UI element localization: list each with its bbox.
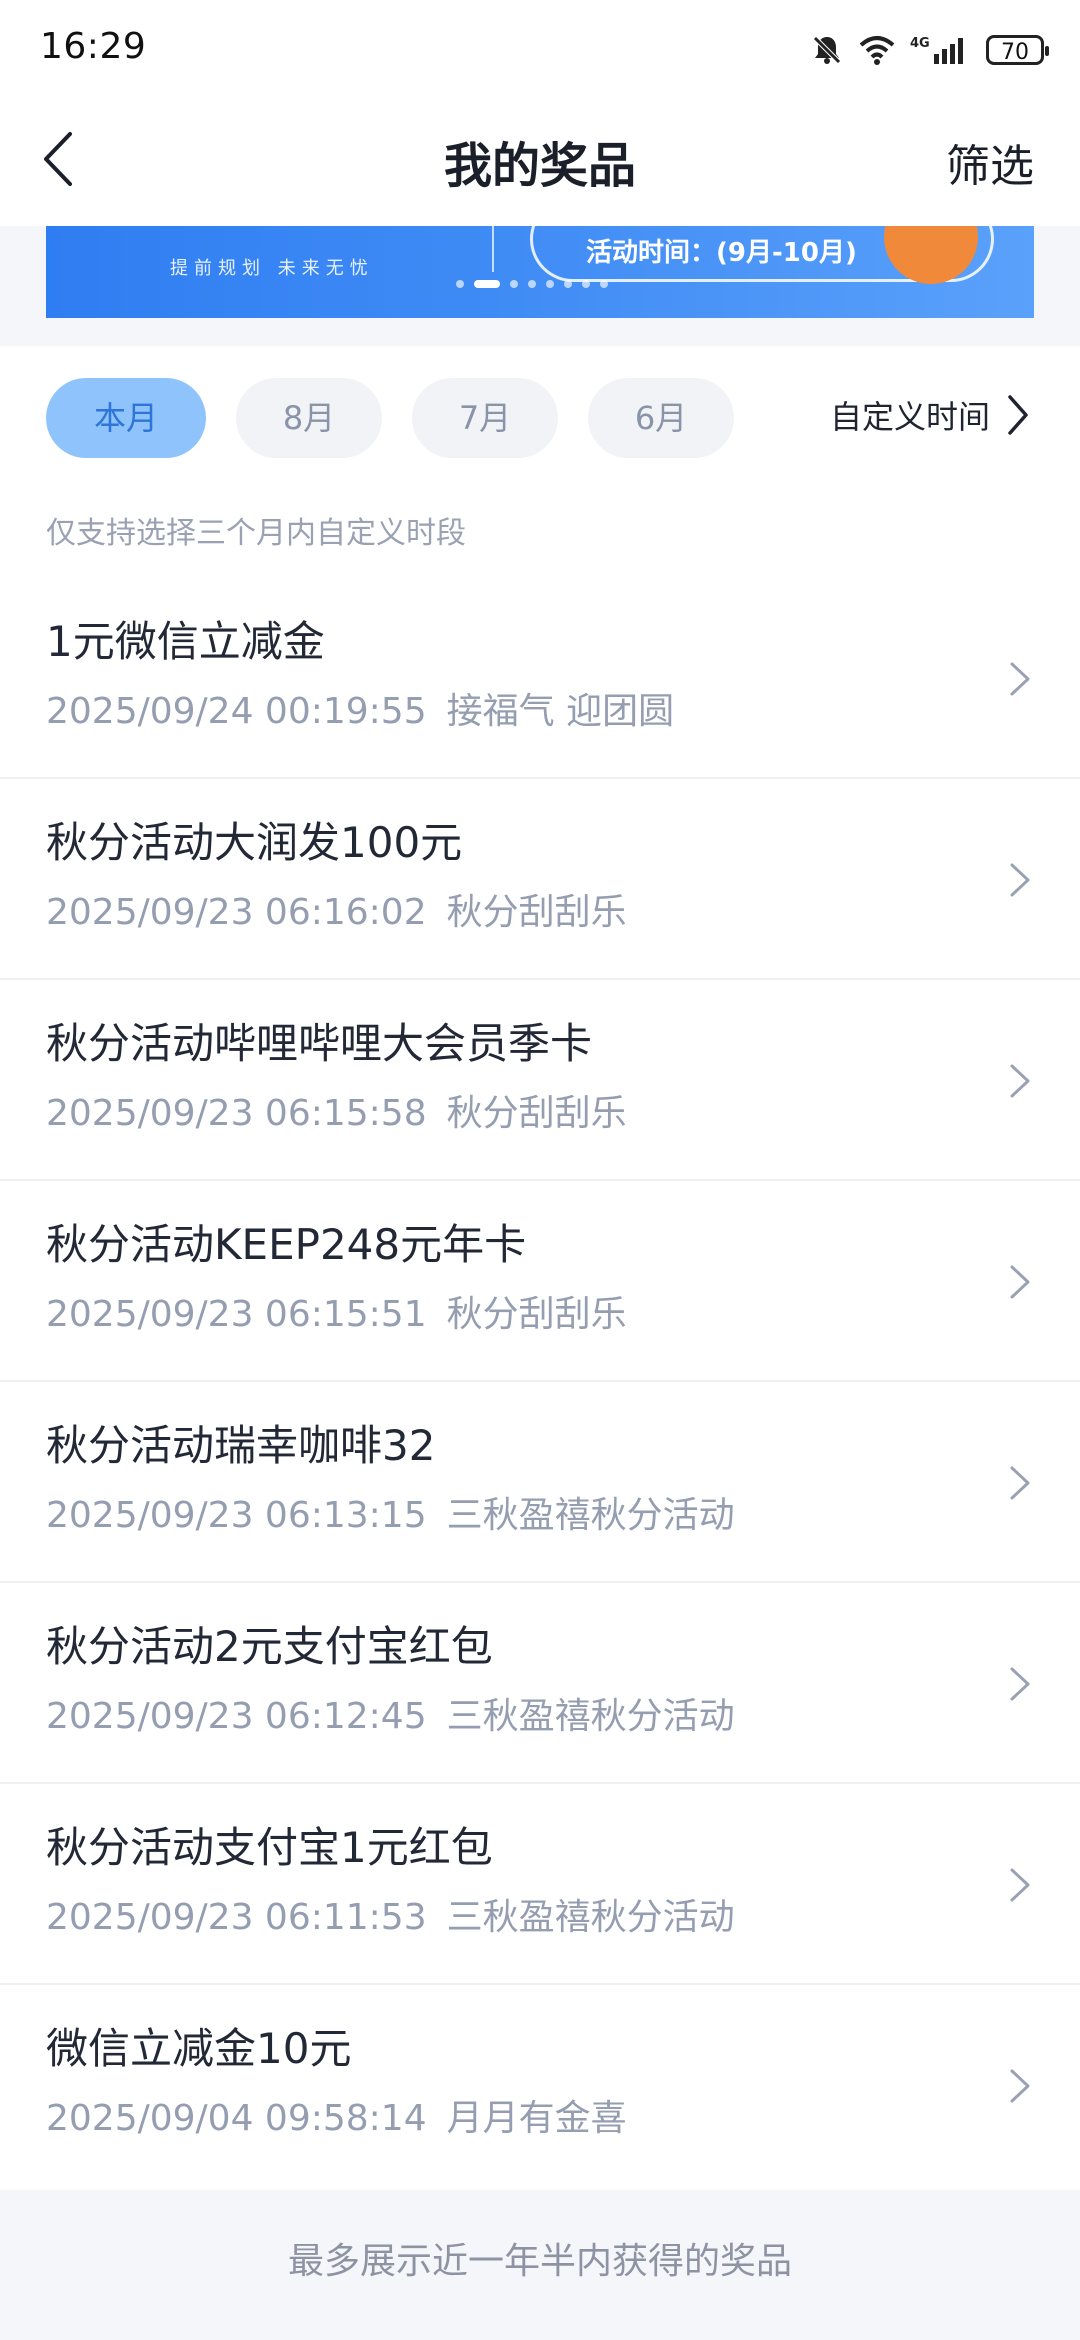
banner-dot-active <box>474 280 500 288</box>
banner-slogan: 提前规划 未来无忧 <box>170 258 374 279</box>
prize-meta: 2025/09/04 09:58:14 月月有金喜 <box>46 2089 627 2141</box>
prize-source: 秋分刮刮乐 <box>446 1093 627 1134</box>
prize-content: 本月 8月 7月 6月 自定义时间 仅支持选择三个月内自定义时段 1元微信立减金… <box>0 346 1080 2190</box>
chevron-right-icon <box>1008 395 1028 435</box>
chevron-right-icon <box>1010 662 1030 696</box>
svg-text:4G: 4G <box>910 36 930 51</box>
prize-name: 秋分活动2元支付宝红包 <box>46 1622 493 1671</box>
prize-time: 2025/09/23 06:15:58 <box>46 1093 427 1134</box>
chevron-right-icon <box>1010 1667 1030 1701</box>
status-time: 16:29 <box>40 26 147 67</box>
list-item[interactable]: 秋分活动瑞幸咖啡32 2025/09/23 06:13:15 三秋盈禧秋分活动 <box>0 1382 1080 1583</box>
prize-source: 三秋盈禧秋分活动 <box>446 1897 735 1938</box>
prize-meta: 2025/09/23 06:13:15 三秋盈禧秋分活动 <box>46 1486 735 1538</box>
prize-source: 接福气 迎团圆 <box>446 691 675 732</box>
banner-activity-time: 活动时间：(9月-10月) <box>586 238 857 268</box>
status-icons: 4G 70 <box>810 30 1049 70</box>
list-item[interactable]: 秋分活动哔哩哔哩大会员季卡 2025/09/23 06:15:58 秋分刮刮乐 <box>0 980 1080 1181</box>
filter-button[interactable]: 筛选 <box>946 130 1034 194</box>
hint-text: 仅支持选择三个月内自定义时段 <box>46 516 466 551</box>
chevron-right-icon <box>1010 1466 1030 1500</box>
tab-july[interactable]: 7月 <box>412 378 558 458</box>
banner-divider <box>492 226 494 272</box>
banner-dot <box>600 280 608 288</box>
prize-time: 2025/09/24 00:19:55 <box>46 691 427 732</box>
footer-area: 最多展示近一年半内获得的奖品 <box>0 2190 1080 2340</box>
list-item[interactable]: 秋分活动KEEP248元年卡 2025/09/23 06:15:51 秋分刮刮乐 <box>0 1181 1080 1382</box>
prize-meta: 2025/09/23 06:11:53 三秋盈禧秋分活动 <box>46 1888 735 1940</box>
prize-time: 2025/09/23 06:16:02 <box>46 892 427 933</box>
custom-time-label: 自定义时间 <box>829 398 990 436</box>
banner-dot <box>546 280 554 288</box>
list-item[interactable]: 秋分活动支付宝1元红包 2025/09/23 06:11:53 三秋盈禧秋分活动 <box>0 1784 1080 1985</box>
tab-this-month[interactable]: 本月 <box>46 378 206 458</box>
wifi-icon <box>858 34 896 66</box>
prize-name: 秋分活动哔哩哔哩大会员季卡 <box>46 1019 593 1068</box>
prize-source: 月月有金喜 <box>446 2098 627 2139</box>
prize-meta: 2025/09/23 06:15:51 秋分刮刮乐 <box>46 1285 627 1337</box>
promo-banner[interactable]: 提前规划 未来无忧 活动时间：(9月-10月) <box>46 226 1034 318</box>
prize-meta: 2025/09/23 06:16:02 秋分刮刮乐 <box>46 883 627 935</box>
banner-dot <box>582 280 590 288</box>
status-bar: 16:29 4G 70 <box>0 0 1080 96</box>
list-item[interactable]: 秋分活动2元支付宝红包 2025/09/23 06:12:45 三秋盈禧秋分活动 <box>0 1583 1080 1784</box>
prize-name: 秋分活动大润发100元 <box>46 818 463 867</box>
prize-name: 秋分活动KEEP248元年卡 <box>46 1220 527 1269</box>
prize-time: 2025/09/23 06:11:53 <box>46 1897 427 1938</box>
list-item[interactable]: 1元微信立减金 2025/09/24 00:19:55 接福气 迎团圆 <box>0 578 1080 779</box>
banner-dot <box>528 280 536 288</box>
prize-list: 1元微信立减金 2025/09/24 00:19:55 接福气 迎团圆 秋分活动大… <box>0 578 1080 2186</box>
chevron-right-icon <box>1010 1868 1030 1902</box>
list-item[interactable]: 秋分活动大润发100元 2025/09/23 06:16:02 秋分刮刮乐 <box>0 779 1080 980</box>
tab-june[interactable]: 6月 <box>588 378 734 458</box>
banner-dot <box>456 280 464 288</box>
chevron-right-icon <box>1010 1064 1030 1098</box>
chevron-right-icon <box>1010 863 1030 897</box>
banner-area: 提前规划 未来无忧 活动时间：(9月-10月) <box>0 226 1080 346</box>
footer-note: 最多展示近一年半内获得的奖品 <box>287 2241 792 2282</box>
mute-bell-icon <box>810 33 844 67</box>
tab-august[interactable]: 8月 <box>236 378 382 458</box>
prize-name: 秋分活动瑞幸咖啡32 <box>46 1421 436 1470</box>
prize-time: 2025/09/23 06:13:15 <box>46 1495 427 1536</box>
signal-icon: 4G <box>910 34 972 66</box>
list-item[interactable]: 微信立减金10元 2025/09/04 09:58:14 月月有金喜 <box>0 1985 1080 2186</box>
prize-time: 2025/09/04 09:58:14 <box>46 2098 427 2139</box>
prize-meta: 2025/09/23 06:15:58 秋分刮刮乐 <box>46 1084 627 1136</box>
prize-name: 秋分活动支付宝1元红包 <box>46 1823 493 1872</box>
prize-meta: 2025/09/24 00:19:55 接福气 迎团圆 <box>46 682 674 734</box>
banner-dot <box>564 280 572 288</box>
custom-time-button[interactable]: 自定义时间 <box>830 392 1030 438</box>
banner-dot <box>510 280 518 288</box>
prize-source: 秋分刮刮乐 <box>446 892 627 933</box>
prize-name: 微信立减金10元 <box>46 2024 352 2073</box>
prize-meta: 2025/09/23 06:12:45 三秋盈禧秋分活动 <box>46 1687 735 1739</box>
page-title: 我的奖品 <box>443 138 636 194</box>
prize-time: 2025/09/23 06:15:51 <box>46 1294 427 1335</box>
prize-name: 1元微信立减金 <box>46 617 325 666</box>
prize-source: 秋分刮刮乐 <box>446 1294 627 1335</box>
prize-time: 2025/09/23 06:12:45 <box>46 1696 427 1737</box>
chevron-right-icon <box>1010 1265 1030 1299</box>
month-tabs: 本月 8月 7月 6月 <box>46 378 734 458</box>
prize-source: 三秋盈禧秋分活动 <box>446 1495 735 1536</box>
banner-pagination <box>456 280 608 288</box>
header: 我的奖品 筛选 <box>0 96 1080 226</box>
battery-icon: 70 <box>986 35 1049 65</box>
chevron-right-icon <box>1010 2069 1030 2103</box>
prize-source: 三秋盈禧秋分活动 <box>446 1696 735 1737</box>
page: 16:29 4G 70 我的奖品 筛选 提前规划 未来无忧 活动时间：(9月-1… <box>0 0 1080 2340</box>
